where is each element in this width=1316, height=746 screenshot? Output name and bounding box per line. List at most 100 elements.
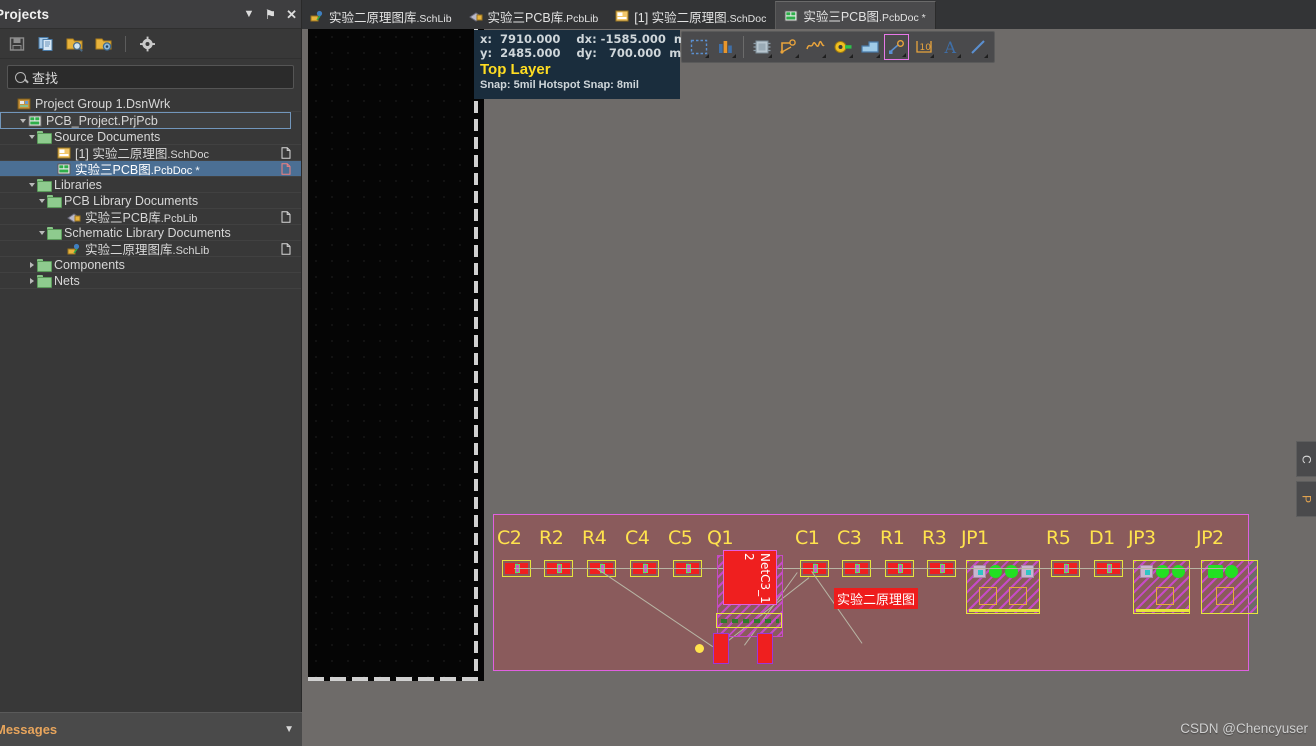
chevron-down-icon[interactable]	[26, 182, 37, 187]
selection-box-icon[interactable]	[686, 34, 711, 60]
tree-row[interactable]: Components	[0, 257, 301, 273]
chevron-down-icon[interactable]: ▼	[284, 724, 294, 735]
document-tab[interactable]: 实验三PCB图.PcbDoc *	[775, 1, 936, 29]
folder-icon	[37, 259, 52, 272]
search-icon	[15, 71, 26, 83]
component-designator[interactable]: Q1	[707, 527, 734, 549]
component-designator[interactable]: C4	[625, 527, 650, 549]
pcb-editor-canvas[interactable]: x: 7910.000 dx: -1585.000 mil y: 2485.00…	[302, 29, 1316, 746]
component-designator[interactable]: R2	[539, 527, 564, 549]
documents-icon[interactable]	[34, 33, 58, 55]
pin-icon[interactable]: ⚑	[264, 8, 276, 21]
tree-row[interactable]: PCB_Project.PrjPcb	[0, 112, 291, 129]
tree-row-label: Nets	[54, 273, 80, 288]
connector-pad-2	[1225, 565, 1238, 578]
chevron-down-icon[interactable]	[17, 118, 28, 123]
right-dock-tab-p[interactable]: P	[1296, 481, 1316, 517]
gear-icon[interactable]	[135, 33, 159, 55]
component-designator[interactable]: R5	[1046, 527, 1071, 549]
connector-pad-4	[1021, 565, 1034, 578]
search-input[interactable]: 查找	[7, 65, 294, 89]
close-icon[interactable]: ✕	[286, 8, 297, 21]
via-icon[interactable]	[830, 34, 855, 60]
document-page-icon[interactable]	[281, 242, 291, 255]
tree-row-label: PCB Library Documents	[64, 193, 199, 208]
tree-row-extension: .PcbDoc *	[150, 165, 200, 177]
component-designator[interactable]: R3	[922, 527, 947, 549]
polygon-pour-icon[interactable]	[857, 34, 882, 60]
pad-icon[interactable]	[884, 34, 909, 60]
q1-tab-pad	[716, 613, 782, 628]
component-designator[interactable]: D1	[1089, 527, 1115, 549]
schlib-icon	[67, 243, 81, 255]
component-designator[interactable]: JP3	[1128, 527, 1156, 549]
connector-pad-1	[973, 565, 986, 578]
mounting-hole	[1156, 587, 1174, 605]
projects-panel-header: Projects ▼ ⚑ ✕	[0, 0, 301, 29]
document-page-icon[interactable]	[281, 210, 291, 223]
component-designator[interactable]: JP2	[1196, 527, 1224, 549]
chevron-down-icon[interactable]	[36, 230, 47, 235]
dimension-icon[interactable]: 10	[911, 34, 936, 60]
tree-row[interactable]: Nets	[0, 273, 301, 289]
document-tab-label: [1] 实验二原理图.SchDoc	[634, 10, 767, 25]
document-page-icon[interactable]	[281, 146, 291, 159]
folder-options-icon[interactable]	[92, 33, 116, 55]
document-tab[interactable]: 实验二原理图库.SchLib	[302, 3, 461, 29]
pcbdoc-icon	[784, 10, 798, 22]
document-tab-label: 实验二原理图库.SchLib	[329, 10, 452, 25]
pcb-grid-area[interactable]	[308, 29, 484, 681]
chevron-right-icon[interactable]	[26, 277, 37, 284]
bar-chart-icon[interactable]	[713, 34, 738, 60]
string-text-icon[interactable]: A	[938, 34, 963, 60]
component-designator[interactable]: C2	[497, 527, 522, 549]
connector-pad-3	[1005, 565, 1018, 578]
component-designator[interactable]: C3	[837, 527, 862, 549]
differential-pair-icon[interactable]	[803, 34, 828, 60]
board-text-label[interactable]: 实验二原理图	[834, 588, 919, 609]
connector-pad-1	[1208, 565, 1223, 578]
pcb-board-outline[interactable]: C2 R2 R4 C4 C5 Q1 C1 C3 R1 R3 JP1 R5 D1 JP3 JP2 2 NetC…	[493, 514, 1258, 671]
route-trace-icon[interactable]	[776, 34, 801, 60]
schdoc-icon	[615, 10, 629, 22]
component-designator[interactable]: R4	[582, 527, 607, 549]
component-designator[interactable]: C1	[795, 527, 820, 549]
line-icon[interactable]	[965, 34, 990, 60]
chevron-right-icon[interactable]	[26, 261, 37, 268]
airwire	[514, 568, 1226, 569]
mounting-hole	[979, 587, 997, 605]
tree-row[interactable]: 实验三PCB图.PcbDoc *	[0, 161, 301, 177]
chevron-down-icon[interactable]	[36, 198, 47, 203]
toolbar-separator	[743, 36, 744, 58]
document-tab[interactable]: [1] 实验二原理图.SchDoc	[607, 3, 775, 29]
chevron-down-icon[interactable]	[26, 134, 37, 139]
document-tab[interactable]: 实验三PCB库.PcbLib	[461, 3, 608, 29]
messages-bar[interactable]: Messages ▼	[0, 712, 302, 746]
tree-row[interactable]: Libraries	[0, 177, 301, 193]
tree-row[interactable]: 实验三PCB库.PcbLib	[0, 209, 301, 225]
panel-header-buttons: ▼ ⚑ ✕	[244, 0, 297, 29]
component-designator[interactable]: JP1	[961, 527, 989, 549]
application-window: Projects ▼ ⚑ ✕ 查找 Project Group 1.DsnWrk…	[0, 0, 1316, 746]
mounting-hole	[1216, 587, 1234, 605]
tree-row[interactable]: Project Group 1.DsnWrk	[0, 96, 301, 112]
folder-icon	[37, 131, 52, 144]
hud-snap-settings: Snap: 5mil Hotspot Snap: 8mil	[480, 79, 639, 91]
workspace-icon	[17, 98, 31, 110]
component-designator[interactable]: R1	[880, 527, 905, 549]
pcblib-icon	[67, 211, 81, 223]
tree-row-label: Schematic Library Documents	[64, 225, 231, 240]
search-container: 查找	[0, 59, 301, 94]
component-chip-icon[interactable]	[749, 34, 774, 60]
document-page-icon[interactable]	[281, 162, 291, 175]
open-folder-search-icon[interactable]	[63, 33, 87, 55]
tree-row[interactable]: 实验二原理图库.SchLib	[0, 241, 301, 257]
save-icon[interactable]	[5, 33, 29, 55]
chevron-down-icon[interactable]: ▼	[244, 9, 255, 20]
right-dock-tab-c[interactable]: C	[1296, 441, 1316, 477]
component-designator[interactable]: C5	[668, 527, 693, 549]
connector-silk-bar	[969, 609, 1039, 612]
tree-row-label: Project Group 1.DsnWrk	[35, 96, 171, 111]
folder-icon	[47, 227, 62, 240]
origin-marker	[695, 644, 704, 653]
